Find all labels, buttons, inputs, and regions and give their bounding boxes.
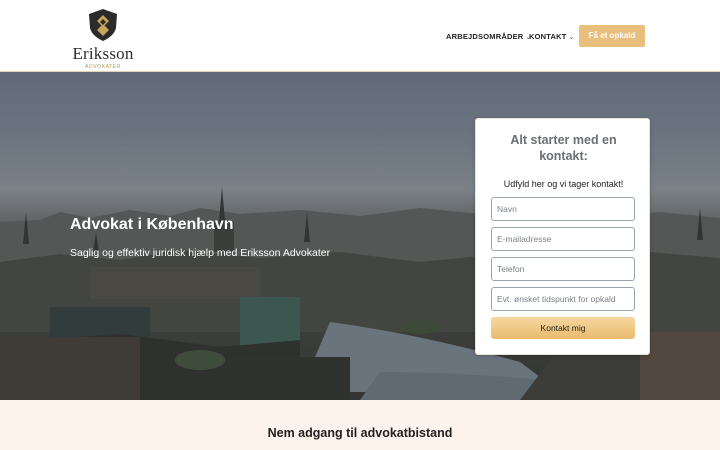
phone-field[interactable] bbox=[491, 257, 635, 281]
section-title: Nem adgang til advokatbistand bbox=[267, 426, 453, 440]
form-title: Alt starter med en kontakt: bbox=[510, 133, 617, 163]
nav-label: KONTAKT bbox=[529, 32, 567, 41]
nav-label: ARBEJDSOMRÅDER bbox=[446, 32, 524, 41]
contact-me-button[interactable]: Kontakt mig bbox=[491, 317, 635, 339]
email-field[interactable] bbox=[491, 227, 635, 251]
shield-logo-icon bbox=[89, 9, 117, 41]
logo-tagline: ADVOKATER bbox=[85, 64, 121, 70]
site-header: Eriksson ADVOKATER ARBEJDSOMRÅDER ⌄ KONTA… bbox=[0, 0, 720, 72]
hero-subtitle: Saglig og effektiv juridisk hjælp med Er… bbox=[70, 247, 331, 259]
logo[interactable]: Eriksson ADVOKATER bbox=[72, 8, 134, 70]
form-subtitle: Udfyld her og vi tager kontakt! bbox=[503, 179, 624, 189]
contact-form-card: Alt starter med en kontakt: Udfyld her o… bbox=[475, 118, 650, 355]
nav-arbejdsomraader[interactable]: ARBEJDSOMRÅDER ⌄ bbox=[446, 32, 531, 41]
call-time-field[interactable] bbox=[491, 287, 635, 311]
logo-wordmark: Eriksson bbox=[72, 44, 134, 63]
name-field[interactable] bbox=[491, 197, 635, 221]
chevron-down-icon: ⌄ bbox=[568, 34, 575, 41]
hero-title: Advokat i København bbox=[70, 216, 234, 233]
nav-kontakt[interactable]: KONTAKT ⌄ bbox=[529, 32, 575, 41]
call-me-button[interactable]: Få et opkald bbox=[579, 25, 645, 47]
intro-section: Nem adgang til advokatbistand bbox=[0, 400, 720, 450]
